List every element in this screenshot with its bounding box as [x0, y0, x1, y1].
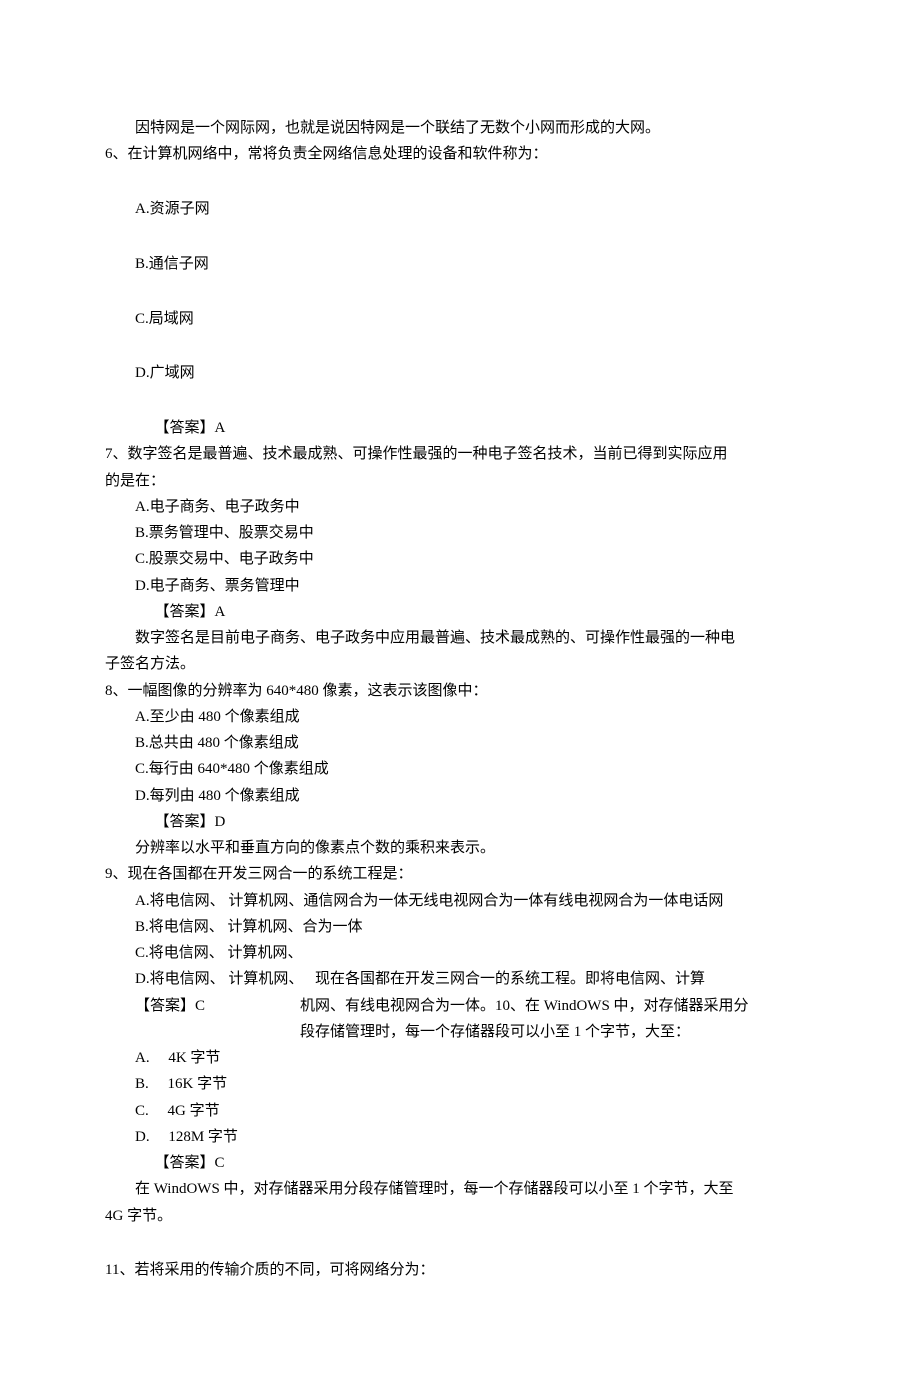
q10-option-c: C. 4G 字节	[105, 1098, 815, 1124]
q9-option-c: C.将电信网、 计算机网、	[105, 940, 815, 966]
q9-float-line1: 现在各国都在开发三网合一的系统工程。即将电信网、计算	[315, 966, 815, 992]
q10-explanation-line2: 4G 字节。	[105, 1203, 815, 1229]
q6-option-b: B.通信子网	[105, 251, 815, 277]
q8-option-a: A.至少由 480 个像素组成	[105, 704, 815, 730]
q8-answer: 【答案】D	[105, 809, 815, 835]
q7-option-a: A.电子商务、电子政务中	[105, 494, 815, 520]
q7-stem-line1: 7、数字签名是最普遍、技术最成熟、可操作性最强的一种电子签名技术，当前已得到实际…	[105, 441, 815, 467]
q10-option-b: B. 16K 字节	[105, 1071, 815, 1097]
q7-option-c: C.股票交易中、电子政务中	[105, 546, 815, 572]
q7-stem-line2: 的是在：	[105, 468, 815, 494]
q10-option-d: D. 128M 字节	[105, 1124, 815, 1150]
intro-line: 因特网是一个网际网，也就是说因特网是一个联结了无数个小网而形成的大网。	[105, 115, 815, 141]
document-page: 因特网是一个网际网，也就是说因特网是一个联结了无数个小网而形成的大网。 6、在计…	[0, 0, 920, 1384]
q8-option-d: D.每列由 480 个像素组成	[105, 783, 815, 809]
q6-option-d: D.广域网	[105, 360, 815, 386]
q7-explanation-line2: 子签名方法。	[105, 651, 815, 677]
q10-answer: 【答案】C	[105, 1150, 815, 1176]
q10-explanation-line1: 在 WindOWS 中，对存储器采用分段存储管理时，每一个存储器段可以小至 1 …	[105, 1176, 815, 1202]
q6-option-c: C.局域网	[105, 306, 815, 332]
q11-stem: 11、若将采用的传输介质的不同，可将网络分为：	[105, 1257, 815, 1283]
q7-explanation-line1: 数字签名是目前电子商务、电子政务中应用最普遍、技术最成熟的、可操作性最强的一种电	[105, 625, 815, 651]
q9-float-line2: 机网、有线电视网合为一体。10、在 WindOWS 中，对存储器采用分	[315, 993, 815, 1019]
q9-float-explanation: 现在各国都在开发三网合一的系统工程。即将电信网、计算 机网、有线电视网合为一体。…	[315, 966, 815, 1045]
q6-stem: 6、在计算机网络中，常将负责全网络信息处理的设备和软件称为：	[105, 141, 815, 167]
q6-option-a: A.资源子网	[105, 196, 815, 222]
q10-option-a: A. 4K 字节	[105, 1045, 815, 1071]
q7-option-d: D.电子商务、票务管理中	[105, 573, 815, 599]
q8-option-b: B.总共由 480 个像素组成	[105, 730, 815, 756]
q9-float-line3: 段存储管理时，每一个存储器段可以小至 1 个字节，大至：	[315, 1019, 815, 1045]
q8-stem: 8、一幅图像的分辨率为 640*480 像素，这表示该图像中：	[105, 678, 815, 704]
q8-option-c: C.每行由 640*480 个像素组成	[105, 756, 815, 782]
q7-option-b: B.票务管理中、股票交易中	[105, 520, 815, 546]
q9-wrap-block: 现在各国都在开发三网合一的系统工程。即将电信网、计算 机网、有线电视网合为一体。…	[105, 966, 815, 1045]
q8-explanation: 分辨率以水平和垂直方向的像素点个数的乘积来表示。	[105, 835, 815, 861]
q9-option-a: A.将电信网、 计算机网、通信网合为一体无线电视网合为一体有线电视网合为一体电话…	[105, 888, 815, 914]
q9-option-b: B.将电信网、 计算机网、合为一体	[105, 914, 815, 940]
q7-answer: 【答案】A	[105, 599, 815, 625]
q6-answer: 【答案】A	[105, 415, 815, 441]
q9-stem: 9、现在各国都在开发三网合一的系统工程是：	[105, 861, 815, 887]
